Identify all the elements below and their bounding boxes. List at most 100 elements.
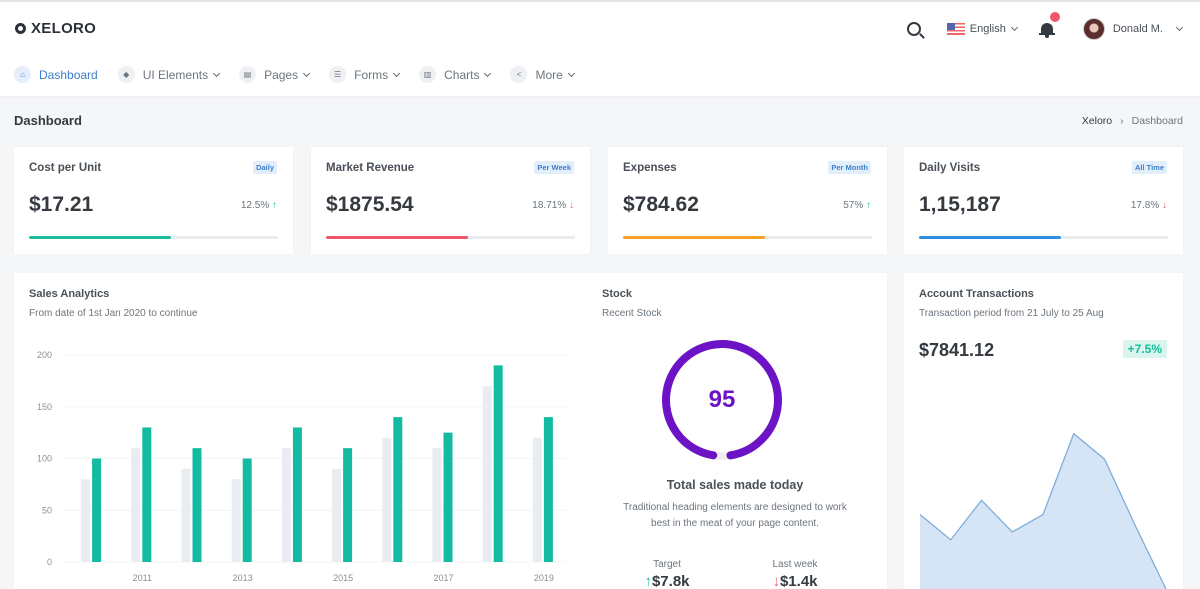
stat-progress-bar bbox=[326, 236, 575, 239]
bar-series-b[interactable] bbox=[242, 458, 252, 563]
search-icon[interactable] bbox=[906, 22, 921, 36]
nav-label: More bbox=[535, 67, 563, 82]
stat-change: 17.8% ↓ bbox=[1131, 200, 1167, 211]
header-tools: English Donald M. bbox=[906, 12, 1184, 44]
stat-period-badge: Per Month bbox=[828, 161, 871, 174]
language-selector[interactable]: English bbox=[946, 23, 1018, 35]
target-value: $7.8k bbox=[651, 573, 690, 589]
stat-period-badge: Daily bbox=[253, 161, 277, 174]
bar-series-a[interactable] bbox=[382, 437, 392, 562]
stock-panel: Stock Recent Stock 95 Total sales made t… bbox=[587, 273, 887, 589]
y-tick-label: 150 bbox=[37, 402, 52, 412]
stat-title: Expenses bbox=[623, 162, 677, 174]
bar-series-a[interactable] bbox=[81, 479, 91, 562]
bar-series-b[interactable] bbox=[92, 458, 102, 563]
nav-label: Dashboard bbox=[39, 67, 98, 82]
bar-series-a[interactable] bbox=[131, 448, 141, 562]
account-transactions-card: Account Transactions Transaction period … bbox=[904, 273, 1183, 589]
chevron-down-icon bbox=[1175, 23, 1184, 32]
bar-series-a[interactable] bbox=[332, 468, 342, 562]
x-tick-label: 2017 bbox=[433, 573, 453, 583]
user-name: Donald M. bbox=[1112, 23, 1163, 35]
stat-card-expenses: Expenses Per Month $784.62 57% ↑ bbox=[608, 147, 887, 254]
y-tick-label: 0 bbox=[47, 557, 52, 567]
nav-label: Charts bbox=[444, 67, 480, 82]
stock-lastweek: Last week ↓$1.4k bbox=[745, 559, 845, 589]
stat-value: $784.62 bbox=[623, 193, 699, 216]
stock-target: Target ↑$7.8k bbox=[617, 559, 717, 589]
stat-value: $17.21 bbox=[29, 193, 94, 216]
y-tick-label: 50 bbox=[42, 505, 52, 515]
nav-item-ui-elements[interactable]: ◆ UI Elements bbox=[117, 66, 221, 83]
stat-progress-fill bbox=[29, 236, 171, 239]
chevron-down-icon bbox=[213, 69, 221, 77]
bar-series-a[interactable] bbox=[281, 448, 291, 562]
bar-series-a[interactable] bbox=[432, 448, 442, 562]
stat-progress-bar bbox=[623, 236, 872, 239]
bar-series-b[interactable] bbox=[142, 427, 152, 562]
nav-item-forms[interactable]: ☰ Forms bbox=[329, 66, 401, 83]
breadcrumb-home[interactable]: Xeloro bbox=[1082, 115, 1112, 127]
nav-item-more[interactable]: < More bbox=[510, 66, 575, 83]
bar-series-a[interactable] bbox=[231, 479, 241, 562]
chevron-down-icon bbox=[303, 69, 311, 77]
nav-item-charts[interactable]: ▥ Charts bbox=[419, 66, 492, 83]
stock-title: Stock bbox=[602, 288, 632, 300]
target-label: Target bbox=[653, 559, 681, 570]
account-area-chart bbox=[919, 432, 1167, 589]
home-icon: ⌂ bbox=[14, 66, 31, 83]
bell-icon[interactable] bbox=[1038, 12, 1060, 38]
share-icon: < bbox=[510, 66, 528, 83]
chevron-down-icon bbox=[567, 69, 575, 77]
stat-progress-bar bbox=[919, 236, 1168, 239]
stat-title: Market Revenue bbox=[326, 162, 415, 174]
bar-series-b[interactable] bbox=[343, 448, 353, 562]
bar-series-b[interactable] bbox=[443, 432, 453, 562]
sales-bar-chart: 0 50 100 150 200 2011 2013 2015 2017 2019 bbox=[37, 350, 566, 583]
stat-value: $1875.54 bbox=[326, 193, 414, 216]
bar-series-b[interactable] bbox=[543, 417, 553, 562]
bar-series-b[interactable] bbox=[192, 448, 202, 562]
breadcrumb-current: Dashboard bbox=[1131, 115, 1183, 127]
chevron-down-icon bbox=[484, 69, 492, 77]
user-menu[interactable]: Donald M. bbox=[1082, 18, 1184, 40]
arrow-up-icon: ↑ bbox=[644, 573, 652, 589]
stat-value: 1,15,187 bbox=[919, 193, 1001, 216]
stat-progress-fill bbox=[919, 236, 1061, 239]
lastweek-value: $1.4k bbox=[779, 573, 818, 589]
bar-series-a[interactable] bbox=[482, 386, 492, 562]
lastweek-label: Last week bbox=[772, 559, 818, 570]
logo-icon bbox=[15, 23, 26, 34]
sales-stock-card: Sales Analytics From date of 1st Jan 202… bbox=[14, 273, 887, 589]
stock-gauge: 95 bbox=[657, 335, 787, 465]
x-tick-label: 2011 bbox=[133, 573, 152, 583]
bar-series-b[interactable] bbox=[292, 427, 302, 562]
stat-change-value: 17.8% bbox=[1130, 200, 1160, 211]
stat-change-value: 18.71% bbox=[532, 200, 567, 211]
nav-item-dashboard[interactable]: ⌂ Dashboard bbox=[14, 66, 98, 83]
bar-series-b[interactable] bbox=[393, 417, 403, 562]
stat-progress-bar bbox=[29, 236, 278, 239]
stat-title: Daily Visits bbox=[919, 162, 981, 174]
stock-description: Traditional heading elements are designe… bbox=[623, 502, 847, 529]
x-tick-label: 2015 bbox=[333, 573, 353, 583]
stat-change-value: 57% bbox=[843, 200, 864, 211]
page-title: Dashboard bbox=[14, 113, 82, 128]
bar-chart-icon: ▥ bbox=[419, 66, 437, 83]
arrow-up-icon: ↑ bbox=[272, 200, 277, 211]
bar-series-a[interactable] bbox=[181, 468, 191, 562]
nav-item-pages[interactable]: ▤ Pages bbox=[239, 66, 311, 83]
stat-change: 57% ↑ bbox=[843, 200, 871, 211]
language-label: English bbox=[969, 23, 1006, 35]
diamond-icon: ◆ bbox=[117, 66, 135, 83]
x-tick-label: 2019 bbox=[534, 573, 554, 583]
breadcrumb-separator: › bbox=[1120, 115, 1124, 127]
brand-logo[interactable]: XELORO bbox=[15, 20, 96, 37]
stat-period-badge: All Time bbox=[1131, 161, 1167, 174]
nav-label: UI Elements bbox=[142, 67, 209, 82]
stat-change: 18.71% ↓ bbox=[532, 200, 574, 211]
stat-progress-fill bbox=[326, 236, 468, 239]
arrow-down-icon: ↓ bbox=[1162, 200, 1167, 211]
bar-series-b[interactable] bbox=[493, 365, 503, 562]
bar-series-a[interactable] bbox=[532, 437, 542, 562]
